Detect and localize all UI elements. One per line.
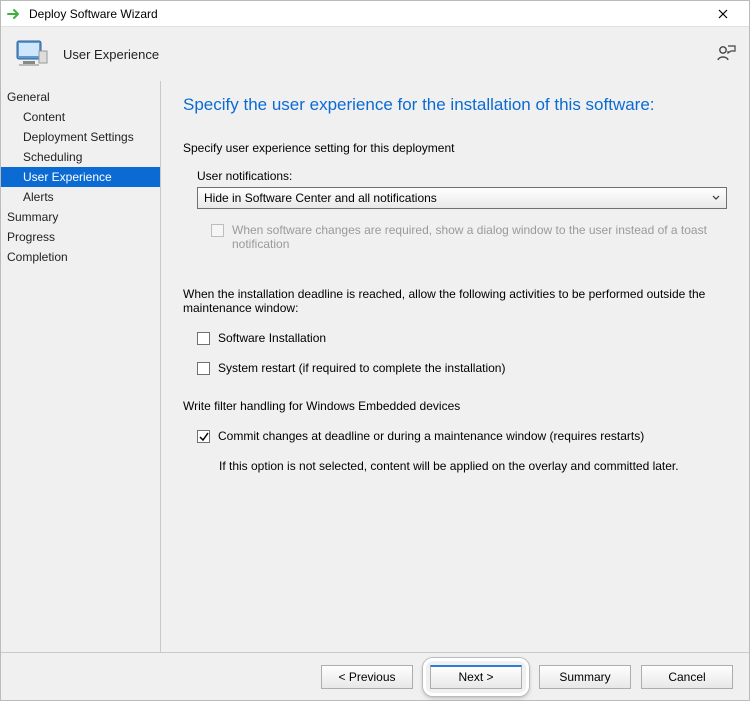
sidebar-item-general[interactable]: General: [1, 87, 160, 107]
user-notifications-select[interactable]: Hide in Software Center and all notifica…: [197, 187, 727, 209]
computer-icon: [13, 35, 51, 73]
header-label: User Experience: [63, 47, 159, 62]
wizard-sidebar: GeneralContentDeployment SettingsSchedul…: [1, 81, 161, 652]
user-feedback-icon: [715, 42, 737, 67]
page-heading: Specify the user experience for the inst…: [183, 95, 727, 115]
close-button[interactable]: [703, 1, 743, 27]
deadline-text: When the installation deadline is reache…: [183, 287, 727, 315]
next-button[interactable]: Next >: [430, 665, 522, 689]
sidebar-item-alerts[interactable]: Alerts: [1, 187, 160, 207]
previous-button[interactable]: < Previous: [321, 665, 413, 689]
summary-button[interactable]: Summary: [539, 665, 631, 689]
wizard-header: User Experience: [1, 27, 749, 81]
wizard-body: GeneralContentDeployment SettingsSchedul…: [1, 81, 749, 652]
cancel-button[interactable]: Cancel: [641, 665, 733, 689]
dialog-window-label: When software changes are required, show…: [232, 223, 727, 251]
wizard-window: Deploy Software Wizard User Experience: [0, 0, 750, 701]
commit-note: If this option is not selected, content …: [183, 459, 727, 473]
dialog-window-checkbox: [211, 224, 224, 237]
sidebar-item-user-experience[interactable]: User Experience: [1, 167, 160, 187]
sidebar-item-deployment-settings[interactable]: Deployment Settings: [1, 127, 160, 147]
sidebar-item-summary[interactable]: Summary: [1, 207, 160, 227]
commit-changes-label: Commit changes at deadline or during a m…: [218, 429, 644, 443]
user-notifications-value: Hide in Software Center and all notifica…: [204, 191, 437, 205]
deploy-arrow-icon: [7, 6, 23, 22]
wizard-content: Specify the user experience for the inst…: [161, 81, 749, 652]
titlebar: Deploy Software Wizard: [1, 1, 749, 27]
embedded-label: Write filter handling for Windows Embedd…: [183, 399, 727, 413]
wizard-footer: < Previous Next > Summary Cancel: [1, 652, 749, 700]
software-installation-checkbox[interactable]: [197, 332, 210, 345]
software-installation-label: Software Installation: [218, 331, 326, 345]
sidebar-item-completion[interactable]: Completion: [1, 247, 160, 267]
commit-changes-checkbox[interactable]: [197, 430, 210, 443]
sidebar-item-scheduling[interactable]: Scheduling: [1, 147, 160, 167]
notifications-label: User notifications:: [197, 169, 727, 183]
sidebar-item-content[interactable]: Content: [1, 107, 160, 127]
system-restart-label: System restart (if required to complete …: [218, 361, 505, 375]
window-title: Deploy Software Wizard: [29, 7, 158, 21]
section-label: Specify user experience setting for this…: [183, 141, 727, 155]
next-button-highlight: Next >: [423, 658, 529, 696]
system-restart-checkbox[interactable]: [197, 362, 210, 375]
sidebar-item-progress[interactable]: Progress: [1, 227, 160, 247]
chevron-down-icon: [712, 193, 720, 204]
